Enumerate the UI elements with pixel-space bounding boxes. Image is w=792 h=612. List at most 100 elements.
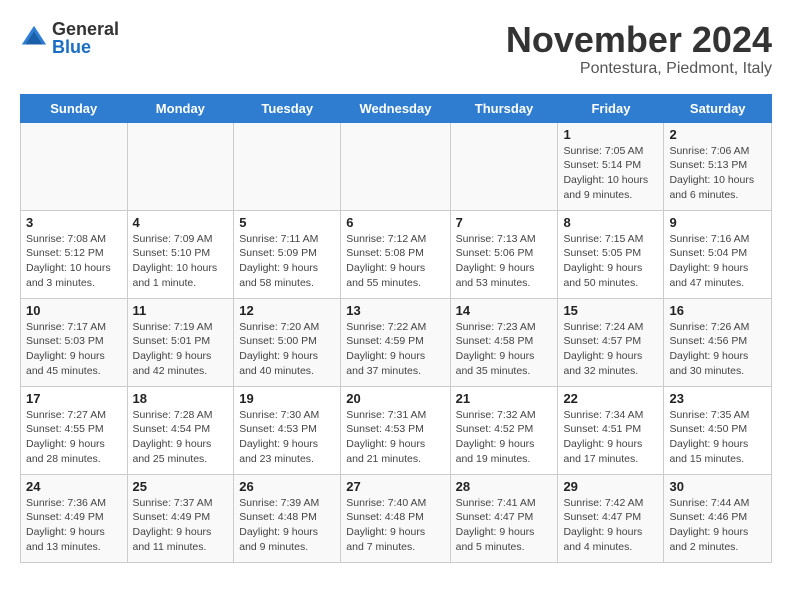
calendar-table: SundayMondayTuesdayWednesdayThursdayFrid… [20, 94, 772, 563]
day-number: 3 [26, 215, 122, 230]
day-info: Sunrise: 7:28 AM Sunset: 4:54 PM Dayligh… [133, 408, 229, 467]
day-info: Sunrise: 7:44 AM Sunset: 4:46 PM Dayligh… [669, 496, 766, 555]
day-info: Sunrise: 7:31 AM Sunset: 4:53 PM Dayligh… [346, 408, 444, 467]
day-info: Sunrise: 7:24 AM Sunset: 4:57 PM Dayligh… [563, 320, 658, 379]
logo-general: General [52, 20, 119, 38]
day-info: Sunrise: 7:41 AM Sunset: 4:47 PM Dayligh… [456, 496, 553, 555]
day-info: Sunrise: 7:20 AM Sunset: 5:00 PM Dayligh… [239, 320, 335, 379]
calendar-day-cell: 29Sunrise: 7:42 AM Sunset: 4:47 PM Dayli… [558, 474, 664, 562]
day-number: 14 [456, 303, 553, 318]
calendar-day-cell: 23Sunrise: 7:35 AM Sunset: 4:50 PM Dayli… [664, 386, 772, 474]
day-number: 13 [346, 303, 444, 318]
day-info: Sunrise: 7:12 AM Sunset: 5:08 PM Dayligh… [346, 232, 444, 291]
day-header-tuesday: Tuesday [234, 94, 341, 122]
calendar-day-cell: 12 Sunrise: 7:20 AM Sunset: 5:00 PM Dayli… [234, 298, 341, 386]
calendar-day-cell: 16 Sunrise: 7:26 AM Sunset: 4:56 PM Dayli… [664, 298, 772, 386]
calendar-day-cell: 17Sunrise: 7:27 AM Sunset: 4:55 PM Dayli… [21, 386, 128, 474]
calendar-day-cell: 18 Sunrise: 7:28 AM Sunset: 4:54 PM Dayli… [127, 386, 234, 474]
day-number: 8 [563, 215, 658, 230]
day-info: Sunrise: 7:11 AM Sunset: 5:09 PM Dayligh… [239, 232, 335, 291]
day-number: 6 [346, 215, 444, 230]
calendar-day-cell: 5Sunrise: 7:11 AM Sunset: 5:09 PM Daylig… [234, 210, 341, 298]
title-section: November 2024 Pontestura, Piedmont, Ital… [506, 20, 772, 78]
day-number: 9 [669, 215, 766, 230]
day-info: Sunrise: 7:32 AM Sunset: 4:52 PM Dayligh… [456, 408, 553, 467]
day-number: 20 [346, 391, 444, 406]
day-header-saturday: Saturday [664, 94, 772, 122]
calendar-day-cell [450, 122, 558, 210]
day-number: 27 [346, 479, 444, 494]
day-info: Sunrise: 7:05 AM Sunset: 5:14 PM Dayligh… [563, 144, 658, 203]
calendar-day-cell: 3 Sunrise: 7:08 AM Sunset: 5:12 PM Daylig… [21, 210, 128, 298]
day-number: 16 [669, 303, 766, 318]
day-header-sunday: Sunday [21, 94, 128, 122]
logo: General Blue [20, 20, 119, 56]
calendar-day-cell: 13 Sunrise: 7:22 AM Sunset: 4:59 PM Dayli… [341, 298, 450, 386]
day-info: Sunrise: 7:22 AM Sunset: 4:59 PM Dayligh… [346, 320, 444, 379]
day-number: 10 [26, 303, 122, 318]
day-info: Sunrise: 7:36 AM Sunset: 4:49 PM Dayligh… [26, 496, 122, 555]
day-info: Sunrise: 7:23 AM Sunset: 4:58 PM Dayligh… [456, 320, 553, 379]
day-number: 2 [669, 127, 766, 142]
calendar-week-row: 1 Sunrise: 7:05 AM Sunset: 5:14 PM Daylig… [21, 122, 772, 210]
day-header-thursday: Thursday [450, 94, 558, 122]
page-header: General Blue November 2024 Pontestura, P… [20, 20, 772, 78]
calendar-day-cell: 30 Sunrise: 7:44 AM Sunset: 4:46 PM Dayli… [664, 474, 772, 562]
calendar-day-cell: 21 Sunrise: 7:32 AM Sunset: 4:52 PM Dayli… [450, 386, 558, 474]
day-info: Sunrise: 7:16 AM Sunset: 5:04 PM Dayligh… [669, 232, 766, 291]
calendar-day-cell: 28 Sunrise: 7:41 AM Sunset: 4:47 PM Dayli… [450, 474, 558, 562]
day-info: Sunrise: 7:17 AM Sunset: 5:03 PM Dayligh… [26, 320, 122, 379]
calendar-day-cell: 1 Sunrise: 7:05 AM Sunset: 5:14 PM Daylig… [558, 122, 664, 210]
calendar-day-cell: 8Sunrise: 7:15 AM Sunset: 5:05 PM Daylig… [558, 210, 664, 298]
day-number: 19 [239, 391, 335, 406]
day-number: 1 [563, 127, 658, 142]
day-number: 30 [669, 479, 766, 494]
calendar-day-cell: 14 Sunrise: 7:23 AM Sunset: 4:58 PM Dayli… [450, 298, 558, 386]
day-number: 4 [133, 215, 229, 230]
calendar-day-cell: 15 Sunrise: 7:24 AM Sunset: 4:57 PM Dayli… [558, 298, 664, 386]
calendar-day-cell: 4Sunrise: 7:09 AM Sunset: 5:10 PM Daylig… [127, 210, 234, 298]
day-header-friday: Friday [558, 94, 664, 122]
day-info: Sunrise: 7:30 AM Sunset: 4:53 PM Dayligh… [239, 408, 335, 467]
day-info: Sunrise: 7:40 AM Sunset: 4:48 PM Dayligh… [346, 496, 444, 555]
calendar-day-cell: 20 Sunrise: 7:31 AM Sunset: 4:53 PM Dayli… [341, 386, 450, 474]
calendar-day-cell: 11Sunrise: 7:19 AM Sunset: 5:01 PM Dayli… [127, 298, 234, 386]
calendar-day-cell [234, 122, 341, 210]
logo-blue: Blue [52, 38, 119, 56]
calendar-week-row: 24 Sunrise: 7:36 AM Sunset: 4:49 PM Dayli… [21, 474, 772, 562]
day-info: Sunrise: 7:42 AM Sunset: 4:47 PM Dayligh… [563, 496, 658, 555]
day-info: Sunrise: 7:39 AM Sunset: 4:48 PM Dayligh… [239, 496, 335, 555]
calendar-day-cell [21, 122, 128, 210]
day-number: 15 [563, 303, 658, 318]
day-info: Sunrise: 7:34 AM Sunset: 4:51 PM Dayligh… [563, 408, 658, 467]
calendar-day-cell: 10 Sunrise: 7:17 AM Sunset: 5:03 PM Dayli… [21, 298, 128, 386]
day-number: 12 [239, 303, 335, 318]
day-number: 24 [26, 479, 122, 494]
calendar-day-cell: 24 Sunrise: 7:36 AM Sunset: 4:49 PM Dayli… [21, 474, 128, 562]
calendar-day-cell [127, 122, 234, 210]
logo-icon [20, 24, 48, 52]
calendar-week-row: 17Sunrise: 7:27 AM Sunset: 4:55 PM Dayli… [21, 386, 772, 474]
month-title: November 2024 [506, 20, 772, 60]
day-number: 18 [133, 391, 229, 406]
day-info: Sunrise: 7:06 AM Sunset: 5:13 PM Dayligh… [669, 144, 766, 203]
calendar-week-row: 10 Sunrise: 7:17 AM Sunset: 5:03 PM Dayli… [21, 298, 772, 386]
day-number: 7 [456, 215, 553, 230]
day-number: 26 [239, 479, 335, 494]
day-number: 21 [456, 391, 553, 406]
location-subtitle: Pontestura, Piedmont, Italy [506, 60, 772, 78]
day-info: Sunrise: 7:37 AM Sunset: 4:49 PM Dayligh… [133, 496, 229, 555]
calendar-header-row: SundayMondayTuesdayWednesdayThursdayFrid… [21, 94, 772, 122]
day-number: 25 [133, 479, 229, 494]
logo-text: General Blue [52, 20, 119, 56]
day-number: 22 [563, 391, 658, 406]
day-header-wednesday: Wednesday [341, 94, 450, 122]
day-number: 11 [133, 303, 229, 318]
day-info: Sunrise: 7:08 AM Sunset: 5:12 PM Dayligh… [26, 232, 122, 291]
day-number: 28 [456, 479, 553, 494]
day-info: Sunrise: 7:26 AM Sunset: 4:56 PM Dayligh… [669, 320, 766, 379]
day-info: Sunrise: 7:13 AM Sunset: 5:06 PM Dayligh… [456, 232, 553, 291]
calendar-week-row: 3 Sunrise: 7:08 AM Sunset: 5:12 PM Daylig… [21, 210, 772, 298]
day-number: 17 [26, 391, 122, 406]
calendar-day-cell: 6 Sunrise: 7:12 AM Sunset: 5:08 PM Daylig… [341, 210, 450, 298]
